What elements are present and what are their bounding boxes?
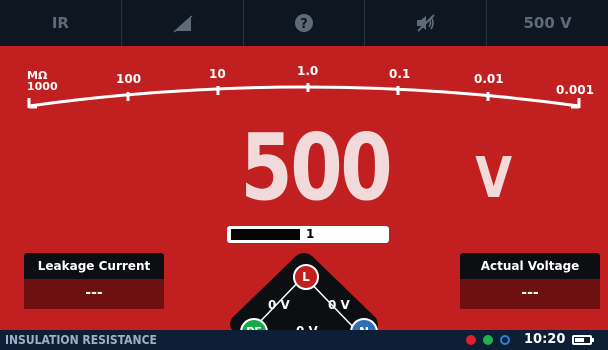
status-dot-green [483,335,493,345]
leakage-current-title: Leakage Current [24,253,164,279]
svg-text:?: ? [300,17,308,32]
status-dot-blue [500,335,510,345]
status-dot-red [466,335,476,345]
sound-muted-icon [416,14,435,32]
voltage-label: 500 V [523,14,572,32]
terminal-l: L [293,264,319,290]
ramp-button[interactable] [122,0,244,46]
actual-voltage-panel: Actual Voltage --- [460,253,600,309]
ramp-icon [171,13,193,33]
mode-label: IR [51,14,69,32]
battery-icon [572,335,592,345]
main-reading-value: 500 [240,114,393,221]
help-button[interactable]: ? [244,0,366,46]
tick-label-100: 100 [116,72,142,86]
tick-label-0-01: 0.01 [474,72,504,86]
tick-label-1: 1.0 [297,64,319,78]
battery-tip [592,338,594,342]
scale-arc [28,85,580,108]
tick-label-10: 10 [209,67,226,81]
progress-label: 1 [306,227,315,241]
meter-screen: IR ? 500 V MΩ 1000 100 10 1.0 0.1 0.01 0… [0,0,608,350]
actual-voltage-title: Actual Voltage [460,253,600,279]
actual-voltage-value: --- [460,279,600,309]
toolbar: IR ? 500 V [0,0,608,46]
progress-fill [231,229,300,240]
voltage-l-pe: 0 V [268,298,290,312]
voltage-button[interactable]: 500 V [487,0,608,46]
resistance-scale [27,83,581,109]
main-reading-unit: V [475,146,513,211]
voltage-l-n: 0 V [328,298,350,312]
tick-label-0-1: 0.1 [389,67,411,81]
help-icon: ? [294,14,313,32]
mode-button[interactable]: IR [0,0,122,46]
sound-button[interactable] [365,0,488,46]
leakage-current-value: --- [24,279,164,309]
leakage-current-panel: Leakage Current --- [24,253,164,309]
clock: 10:20 [524,332,566,347]
mode-status-text: INSULATION RESISTANCE [5,333,157,347]
tick-label-0-001: 0.001 [556,83,594,97]
